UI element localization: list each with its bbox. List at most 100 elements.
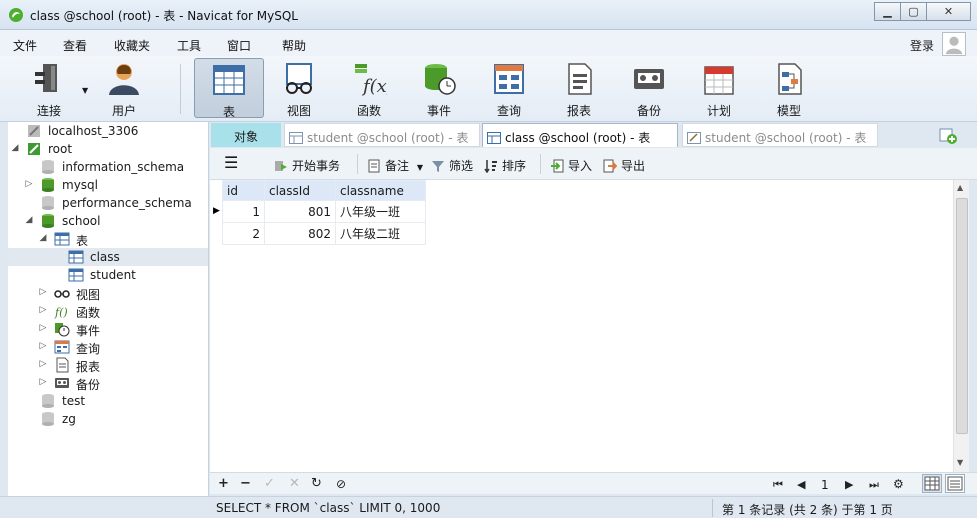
tree-node-backups[interactable]: ▷ 备份 [8,374,208,392]
tab-label: class @school (root) - 表 [505,131,651,145]
collapse-arrow-icon[interactable]: ◢ [10,143,20,153]
tree-node-queries[interactable]: ▷ 查询 [8,338,208,356]
expand-arrow-icon[interactable]: ▷ [38,359,48,369]
cell-id[interactable]: 2 [222,222,265,245]
cell-classname[interactable]: 八年级一班 [335,200,426,223]
tab-student-1[interactable]: student @school (root) - 表 [284,123,480,147]
tree-node-functions[interactable]: ▷ f() 函数 [8,302,208,320]
memo-button[interactable]: 备注 ▼ [367,157,423,174]
toolbar-backup-button[interactable]: 备份 [616,58,682,118]
refresh-icon[interactable]: ↻ [311,476,322,491]
login-link[interactable]: 登录 [910,37,934,54]
export-button[interactable]: 导出 [603,157,645,174]
tree-node-school[interactable]: ◢ school [8,212,208,230]
tree-node-tables[interactable]: ◢ 表 [8,230,208,248]
column-header-classid[interactable]: classId [264,180,336,201]
column-header-classname[interactable]: classname [335,180,426,201]
menu-tools[interactable]: 工具 [177,37,201,54]
tree-node-reports[interactable]: ▷ 报表 [8,356,208,374]
toolbar-function-button[interactable]: f(x) 函数 [336,58,402,118]
memo-dropdown-icon[interactable]: ▼ [417,163,423,172]
table-row[interactable]: 2 802 八年级二班 [222,222,426,245]
next-page-icon[interactable]: ▶ [845,478,853,491]
table-icon [487,132,501,144]
menu-hamburger-icon[interactable]: ☰ [224,153,238,172]
settings-gear-icon[interactable]: ⚙ [893,477,904,491]
tab-label: student @school (root) - 表 [307,131,469,145]
tree-node-root[interactable]: ◢ root [8,140,208,158]
cell-id[interactable]: 1 [222,200,265,223]
menu-window[interactable]: 窗口 [227,37,251,54]
tree-node-events[interactable]: ▷ 事件 [8,320,208,338]
tree-node-localhost[interactable]: localhost_3306 [8,122,208,140]
sort-button[interactable]: 排序 [484,157,526,174]
add-record-icon[interactable]: + [218,476,229,491]
table-row[interactable]: 1 801 八年级一班 [222,200,426,223]
memo-label: 备注 [385,159,410,173]
expand-arrow-icon[interactable]: ▷ [38,323,48,333]
minimize-button[interactable]: ▁ [874,2,901,21]
tree-node-label: root [48,142,73,156]
import-button[interactable]: 导入 [550,157,592,174]
tree-node-class[interactable]: class [8,248,208,266]
expand-arrow-icon[interactable]: ▷ [38,377,48,387]
expand-arrow-icon[interactable]: ▷ [38,341,48,351]
cell-classname[interactable]: 八年级二班 [335,222,426,245]
menu-favorites[interactable]: 收藏夹 [114,37,150,54]
import-icon [551,159,564,173]
cell-classid[interactable]: 802 [264,222,336,245]
tree-node-student[interactable]: student [8,266,208,284]
toolbar-event-button[interactable]: 事件 [406,58,472,118]
connect-dropdown-arrow-icon[interactable]: ▼ [82,86,88,95]
tree-node-mysql[interactable]: ▷ mysql [8,176,208,194]
delete-record-icon[interactable]: − [240,476,251,491]
collapse-arrow-icon[interactable]: ◢ [38,233,48,243]
tree-node-performance-schema[interactable]: performance_schema [8,194,208,212]
page-number-input[interactable]: 1 [821,478,829,492]
close-button[interactable]: ✕ [926,2,971,21]
avatar[interactable] [942,32,966,56]
previous-page-icon[interactable]: ◀ [797,478,805,491]
expand-arrow-icon[interactable]: ▷ [24,179,34,189]
filter-button[interactable]: 筛选 [431,157,473,174]
tab-student-2[interactable]: student @school (root) - 表 [682,123,878,147]
navicat-logo-icon [9,8,23,22]
scroll-down-icon[interactable]: ▼ [957,458,963,467]
tab-strip: 对象 student @school (root) - 表 class @sch… [210,122,977,148]
tab-class[interactable]: class @school (root) - 表 [482,123,678,147]
toolbar-table-button[interactable]: 表 [194,58,264,119]
toolbar-query-button[interactable]: 查询 [476,58,542,118]
expand-arrow-icon[interactable]: ▷ [38,305,48,315]
tree-node-information-schema[interactable]: information_schema [8,158,208,176]
collapse-arrow-icon[interactable]: ◢ [24,215,34,225]
last-page-icon[interactable]: ⏭ [869,478,879,492]
cell-classid[interactable]: 801 [264,200,336,223]
form-view-toggle[interactable] [945,474,965,493]
tree-node-views[interactable]: ▷ 视图 [8,284,208,302]
first-page-icon[interactable]: ⏮ [773,478,783,492]
column-header-id[interactable]: id [222,180,265,201]
tree-node-test[interactable]: test [8,392,208,410]
vertical-scrollbar[interactable]: ▲ ▼ [953,180,969,472]
menu-file[interactable]: 文件 [13,37,37,54]
discard-changes-icon[interactable]: ✕ [289,476,300,491]
grid-view-toggle[interactable] [922,474,942,493]
toolbar-schedule-button[interactable]: 计划 [686,58,752,118]
menu-view[interactable]: 查看 [63,37,87,54]
apply-changes-icon[interactable]: ✓ [264,476,275,491]
scroll-up-icon[interactable]: ▲ [957,183,963,192]
new-tab-icon[interactable] [937,124,959,146]
maximize-button[interactable]: ▢ [900,2,927,21]
stop-icon[interactable]: ⊘ [336,477,346,491]
toolbar-view-button[interactable]: 视图 [266,58,332,118]
toolbar-connect-button[interactable]: 连接 [16,58,82,118]
expand-arrow-icon[interactable]: ▷ [38,287,48,297]
scrollbar-thumb[interactable] [956,198,968,434]
menu-help[interactable]: 帮助 [282,37,306,54]
toolbar-user-button[interactable]: 用户 [91,58,157,118]
begin-transaction-button[interactable]: 开始事务 [274,157,340,174]
tab-objects[interactable]: 对象 [211,123,281,147]
tree-node-zg[interactable]: zg [8,410,208,428]
toolbar-model-button[interactable]: 模型 [756,58,822,118]
toolbar-report-button[interactable]: 报表 [546,58,612,118]
